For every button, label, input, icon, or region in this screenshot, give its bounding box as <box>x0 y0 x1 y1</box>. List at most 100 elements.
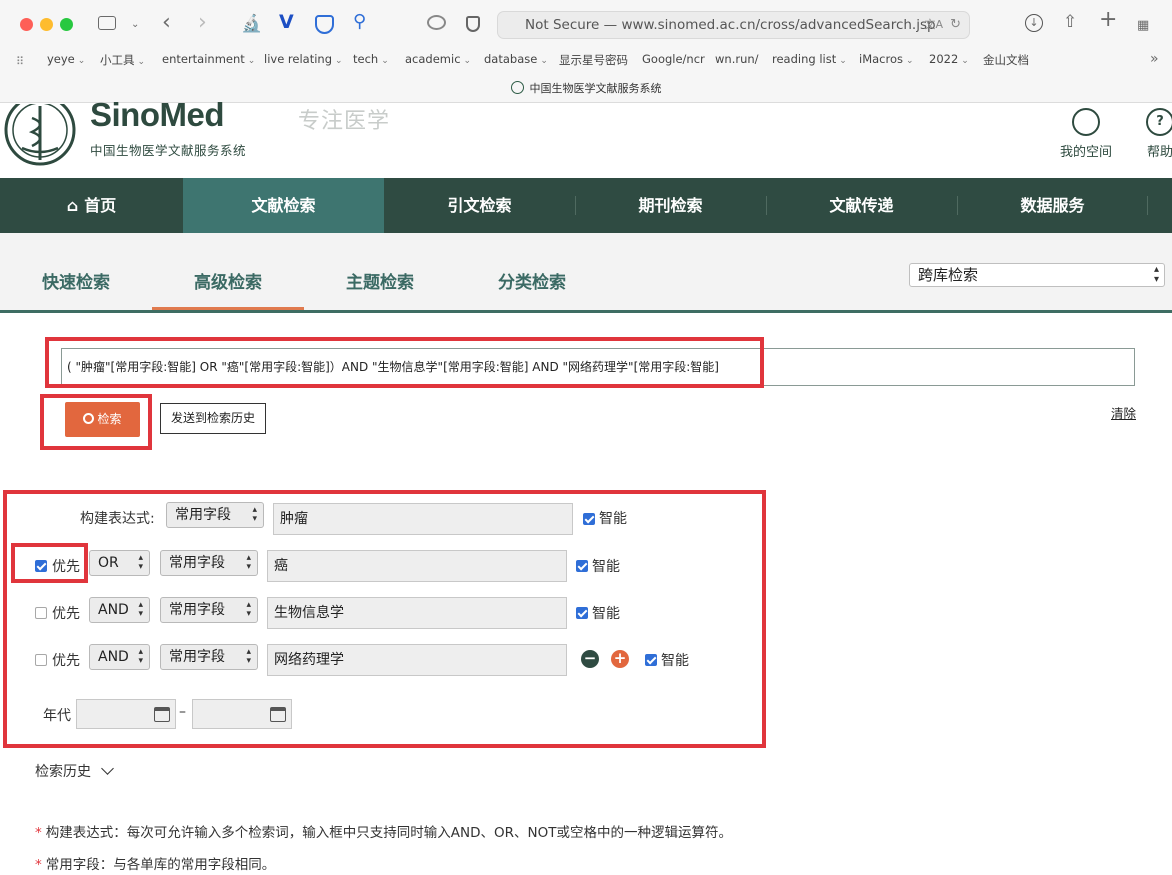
send-to-history-button[interactable]: 发送到检索历史 <box>160 403 266 434</box>
bookmark-item[interactable]: live relating ⌄ <box>264 52 343 66</box>
site-logo-text[interactable]: SinoMed <box>90 96 225 134</box>
sinomed-logo-icon[interactable] <box>4 104 76 166</box>
smart-checkbox[interactable] <box>576 607 588 619</box>
bookmark-item[interactable]: entertainment ⌄ <box>162 52 255 66</box>
nav-literature-search[interactable]: 文献检索 <box>183 178 384 233</box>
my-space-link[interactable]: 我的空间 <box>1055 108 1117 160</box>
bookmark-item[interactable]: Google/ncr <box>642 52 705 66</box>
bookmark-item[interactable]: wn.run/ <box>715 52 759 66</box>
reload-icon[interactable]: ↻ <box>950 12 961 38</box>
bookmark-item[interactable]: tech ⌄ <box>353 52 389 66</box>
bookmark-item[interactable]: 2022 ⌄ <box>929 52 969 66</box>
nav-journal-search[interactable]: 期刊检索 <box>575 178 766 233</box>
help-link[interactable]: ? 帮助 <box>1140 108 1172 160</box>
nav-home[interactable]: ⌂ 首页 <box>0 178 183 233</box>
v-extension-icon[interactable]: V <box>279 12 294 32</box>
term-input[interactable]: 肿瘤 <box>273 503 573 535</box>
smart-checkbox[interactable] <box>583 513 595 525</box>
database-select[interactable]: 跨库检索 ▴ ▾ <box>909 263 1165 287</box>
year-from-input[interactable] <box>76 699 176 729</box>
translate-icon[interactable]: 文A <box>924 12 943 38</box>
chevron-down-icon: ⌄ <box>463 56 472 66</box>
highlight-box <box>40 394 152 450</box>
more-bookmarks-icon[interactable]: » <box>1150 49 1159 69</box>
remove-row-button[interactable]: − <box>581 650 599 668</box>
user-icon <box>1072 108 1100 136</box>
term-input[interactable]: 癌 <box>267 550 567 582</box>
smart-label: 智能 <box>661 653 689 669</box>
field-select[interactable]: 常用字段 ▴ ▾ <box>160 597 258 623</box>
year-to-input[interactable] <box>192 699 292 729</box>
bookmark-item[interactable]: iMacros ⌄ <box>859 52 914 66</box>
privacy-shield-icon[interactable] <box>466 16 480 32</box>
bookmark-item[interactable]: 小工具 ⌄ <box>100 52 145 68</box>
bookmark-item[interactable]: 金山文档 <box>983 52 1029 68</box>
tab-quick-search[interactable]: 快速检索 <box>0 269 152 310</box>
operator-select[interactable]: AND ▴ ▾ <box>89 597 150 623</box>
smart-label: 智能 <box>592 606 620 622</box>
priority-checkbox[interactable] <box>35 654 47 666</box>
chevron-down-icon[interactable]: ⌄ <box>131 15 139 35</box>
select-arrows-icon: ▴ ▾ <box>138 600 143 619</box>
select-arrows-icon: ▴ ▾ <box>246 647 251 666</box>
chevron-down-icon: ⌄ <box>77 56 86 66</box>
required-asterisk-icon: * <box>35 825 42 841</box>
browser-chrome: ⌄ ‹ › 🔬 V ⚲ Not Secure — www.sinomed.ac.… <box>0 0 1172 103</box>
select-arrows-icon: ▴ ▾ <box>138 553 143 572</box>
tab-classification-search[interactable]: 分类检索 <box>456 269 608 310</box>
forward-icon[interactable]: › <box>198 12 207 34</box>
smart-checkbox[interactable] <box>576 560 588 572</box>
bookmark-item[interactable]: 显示星号密码 <box>559 52 628 68</box>
tab-overview-icon[interactable]: ▦ <box>1137 16 1149 36</box>
smart-label: 智能 <box>599 511 627 527</box>
operator-select[interactable]: OR ▴ ▾ <box>89 550 150 576</box>
smart-label: 智能 <box>592 559 620 575</box>
site-logo-subtitle: 中国生物医学文献服务系统 <box>90 143 247 158</box>
calendar-icon[interactable] <box>154 707 170 722</box>
tab-advanced-search[interactable]: 高级检索 <box>152 269 304 310</box>
smart-checkbox[interactable] <box>645 654 657 666</box>
field-select[interactable]: 常用字段 ▴ ▾ <box>160 550 258 576</box>
select-arrows-icon: ▴ ▾ <box>138 647 143 666</box>
nav-citation-search[interactable]: 引文检索 <box>384 178 575 233</box>
main-nav: ⌂ 首页 文献检索 引文检索 期刊检索 文献传递 数据服务 <box>0 178 1172 233</box>
apps-grid-icon[interactable]: ⠿ <box>16 52 24 72</box>
field-select[interactable]: 常用字段 ▴ ▾ <box>160 644 258 670</box>
microscope-extension-icon[interactable]: 🔬 <box>241 14 262 34</box>
tab-subject-search[interactable]: 主题检索 <box>304 269 456 310</box>
close-window-button[interactable] <box>20 18 33 31</box>
new-tab-icon[interactable]: + <box>1099 9 1117 31</box>
shield-extension-icon[interactable] <box>315 15 334 34</box>
priority-label: 优先 <box>52 606 80 622</box>
bookmark-item[interactable]: database ⌄ <box>484 52 548 66</box>
back-icon[interactable]: ‹ <box>162 12 171 34</box>
minimize-window-button[interactable] <box>40 18 53 31</box>
highlight-box <box>11 543 88 583</box>
bookmark-item[interactable]: yeye ⌄ <box>47 52 85 66</box>
required-asterisk-icon: * <box>35 857 42 873</box>
chevron-down-icon <box>101 762 115 775</box>
highlight-box <box>45 337 764 388</box>
address-bar[interactable]: Not Secure — www.sinomed.ac.cn/cross/adv… <box>497 11 970 39</box>
share-icon[interactable]: ⇧ <box>1063 12 1077 32</box>
calendar-icon[interactable] <box>270 707 286 722</box>
zoom-window-button[interactable] <box>60 18 73 31</box>
nav-document-delivery[interactable]: 文献传递 <box>766 178 957 233</box>
nav-data-services[interactable]: 数据服务 <box>957 178 1148 233</box>
add-row-button[interactable]: + <box>611 650 629 668</box>
chevron-down-icon: ⌄ <box>961 56 969 66</box>
downloads-icon[interactable]: ↓ <box>1025 14 1043 32</box>
priority-checkbox[interactable] <box>35 607 47 619</box>
search-history-toggle[interactable]: 检索历史 <box>35 761 115 781</box>
globe-extension-icon[interactable] <box>427 15 446 30</box>
operator-select[interactable]: AND ▴ ▾ <box>89 644 150 670</box>
clear-link[interactable]: 清除 <box>1111 403 1136 422</box>
help-icon: ? <box>1146 108 1172 136</box>
bookmark-item[interactable]: reading list ⌄ <box>772 52 847 66</box>
field-select[interactable]: 常用字段 ▴ ▾ <box>166 502 264 528</box>
term-input[interactable]: 生物信息学 <box>267 597 567 629</box>
term-input[interactable]: 网络药理学 <box>267 644 567 676</box>
sidebar-icon[interactable] <box>98 16 116 30</box>
filter-extension-icon[interactable]: ⚲ <box>353 12 366 32</box>
bookmark-item[interactable]: academic ⌄ <box>405 52 471 66</box>
